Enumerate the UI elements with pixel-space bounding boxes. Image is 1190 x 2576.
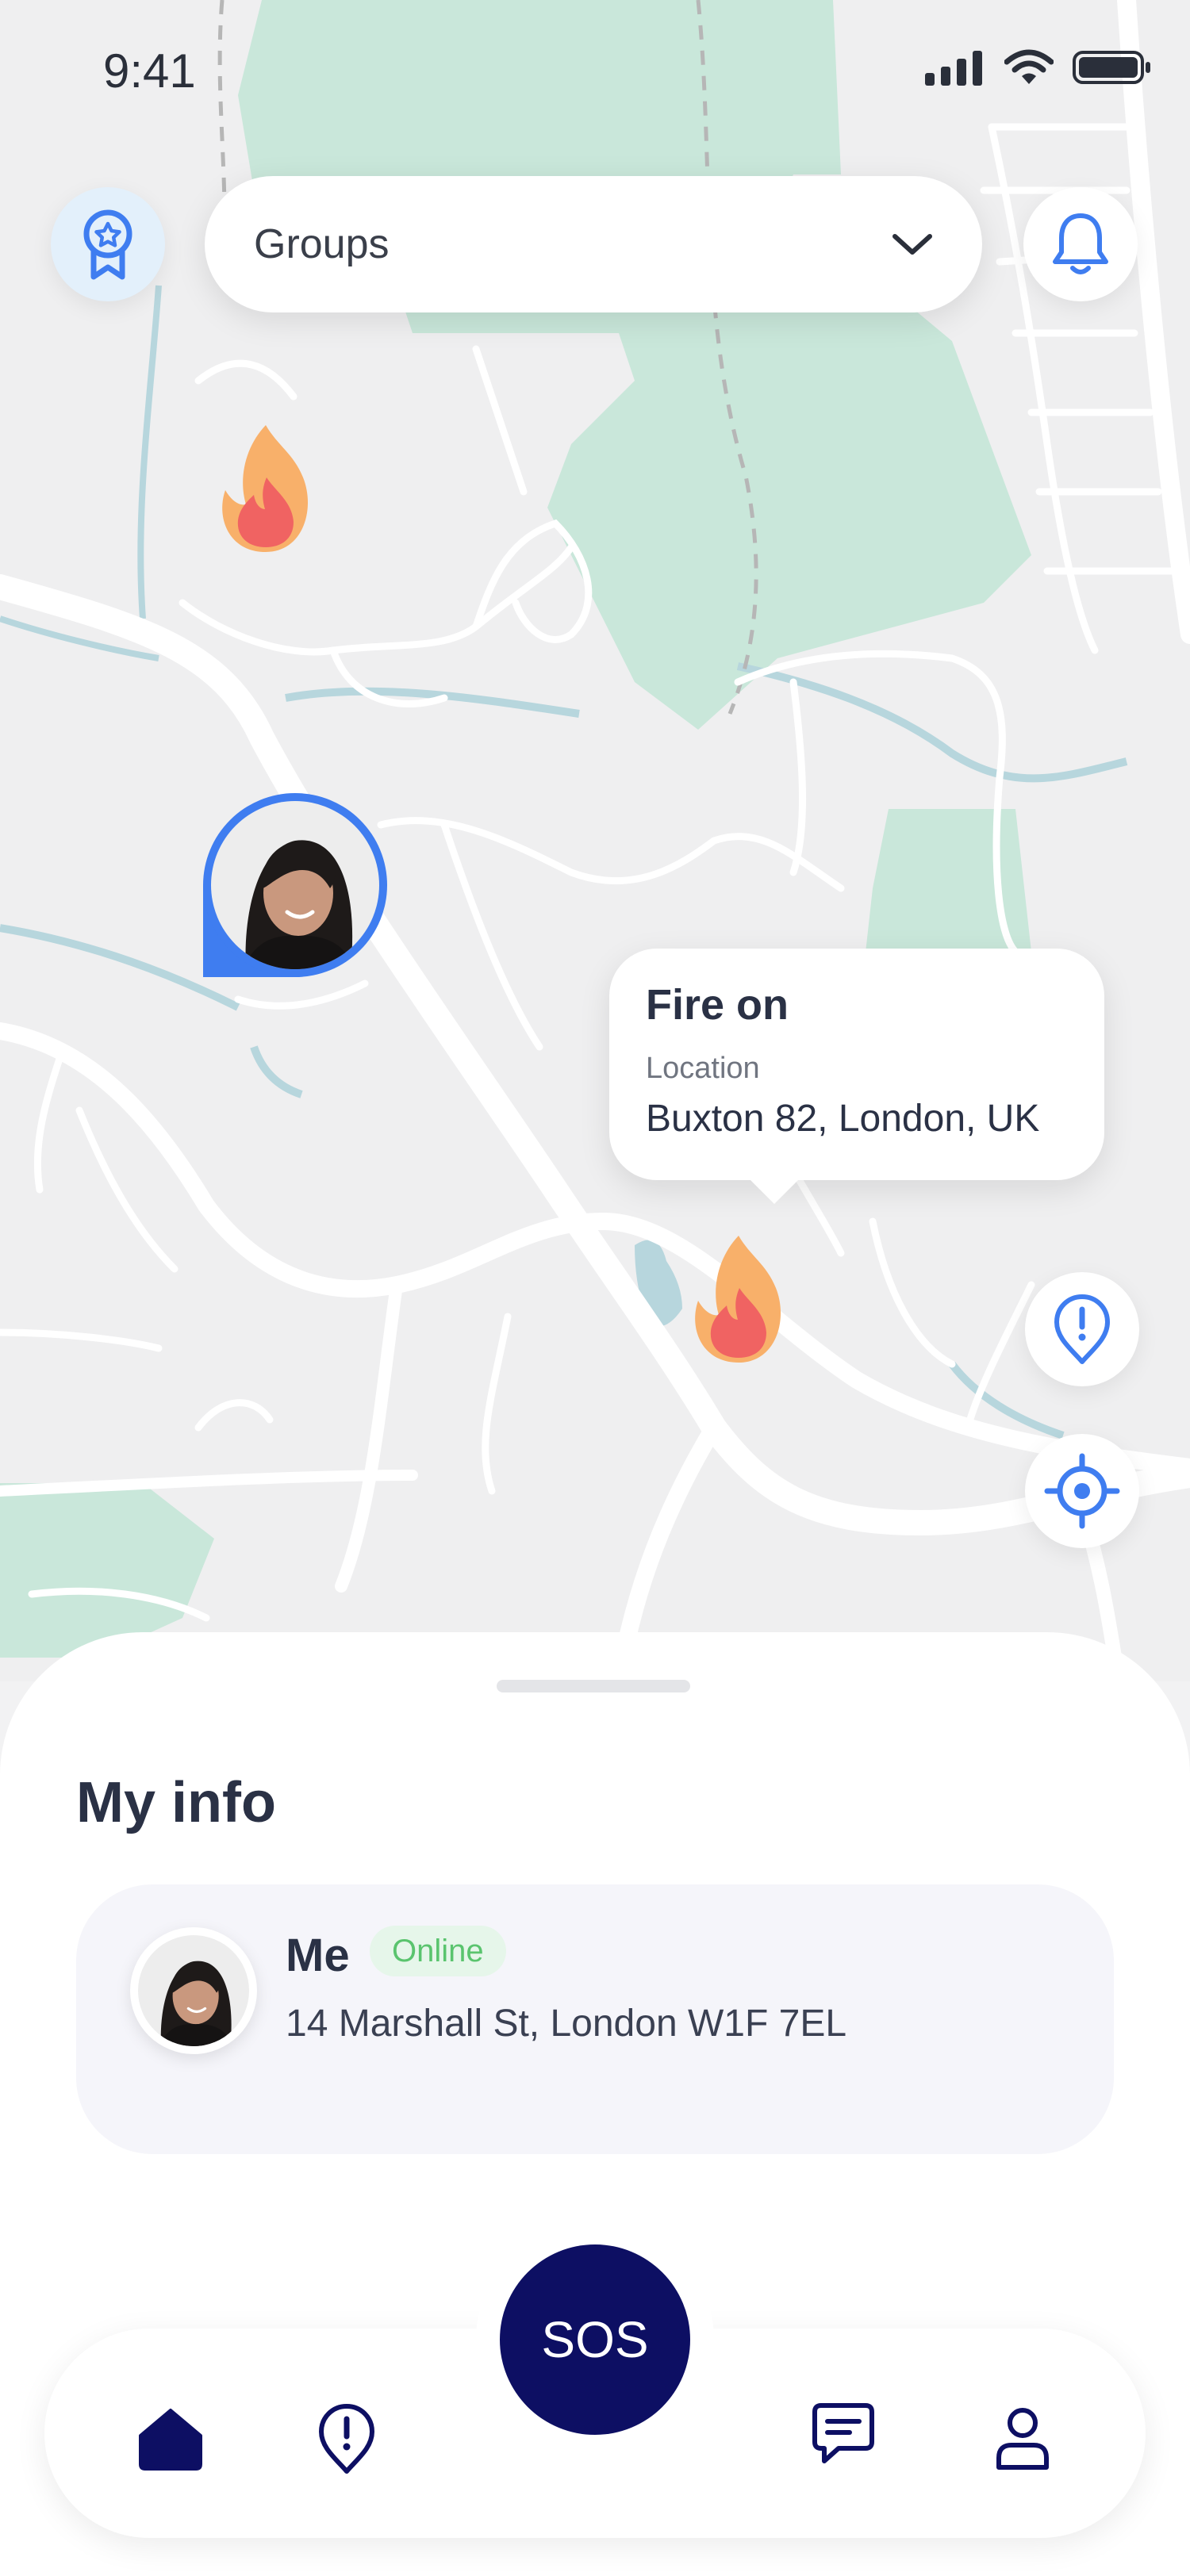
sheet-drag-handle[interactable] [497,1680,690,1692]
chat-icon [812,2403,874,2463]
user-location-pin[interactable] [203,793,387,977]
nav-alerts[interactable] [303,2395,390,2482]
battery-icon [1073,51,1150,84]
fire-marker[interactable] [214,422,317,559]
status-time: 9:41 [103,44,196,98]
fire-icon [695,1236,781,1363]
wifi-icon [1004,49,1054,84]
fire-icon [222,425,309,552]
nav-home[interactable] [127,2395,214,2482]
nav-profile[interactable] [979,2395,1066,2482]
nav-messages[interactable] [800,2390,887,2478]
sheet-title: My info [76,1771,276,1834]
alert-pin-icon [1054,1294,1110,1364]
home-icon [139,2409,202,2471]
status-bar: 9:41 [0,0,1190,143]
locate-icon [1044,1453,1120,1529]
badge-icon [83,209,132,280]
bell-icon [1053,213,1108,274]
avatar [138,1935,249,2046]
fire-marker[interactable] [687,1232,790,1370]
profile-icon [996,2408,1049,2470]
report-alert-button[interactable] [1025,1272,1139,1386]
alert-pin-icon [319,2404,374,2474]
avatar [211,801,379,969]
my-location-button[interactable] [1025,1434,1139,1548]
card-avatar [130,1927,257,2054]
rewards-button[interactable] [51,187,165,301]
card-address: 14 Marshall St, London W1F 7EL [286,2003,847,2045]
status-icons [925,49,1152,86]
tooltip-address: Buxton 82, London, UK [646,1098,1040,1140]
card-name: Me [286,1930,350,1981]
signal-icon [925,51,982,86]
groups-dropdown[interactable]: Groups [205,176,982,312]
tooltip-title: Fire on [646,981,789,1029]
notifications-button[interactable] [1023,187,1138,301]
groups-label: Groups [254,221,390,267]
sos-button[interactable]: SOS [500,2244,690,2435]
status-badge: Online [370,1926,506,1976]
fire-info-tooltip[interactable]: Fire on Location Buxton 82, London, UK [609,949,1104,1204]
chevron-down-icon [892,234,932,255]
tooltip-location-label: Location [646,1052,760,1085]
